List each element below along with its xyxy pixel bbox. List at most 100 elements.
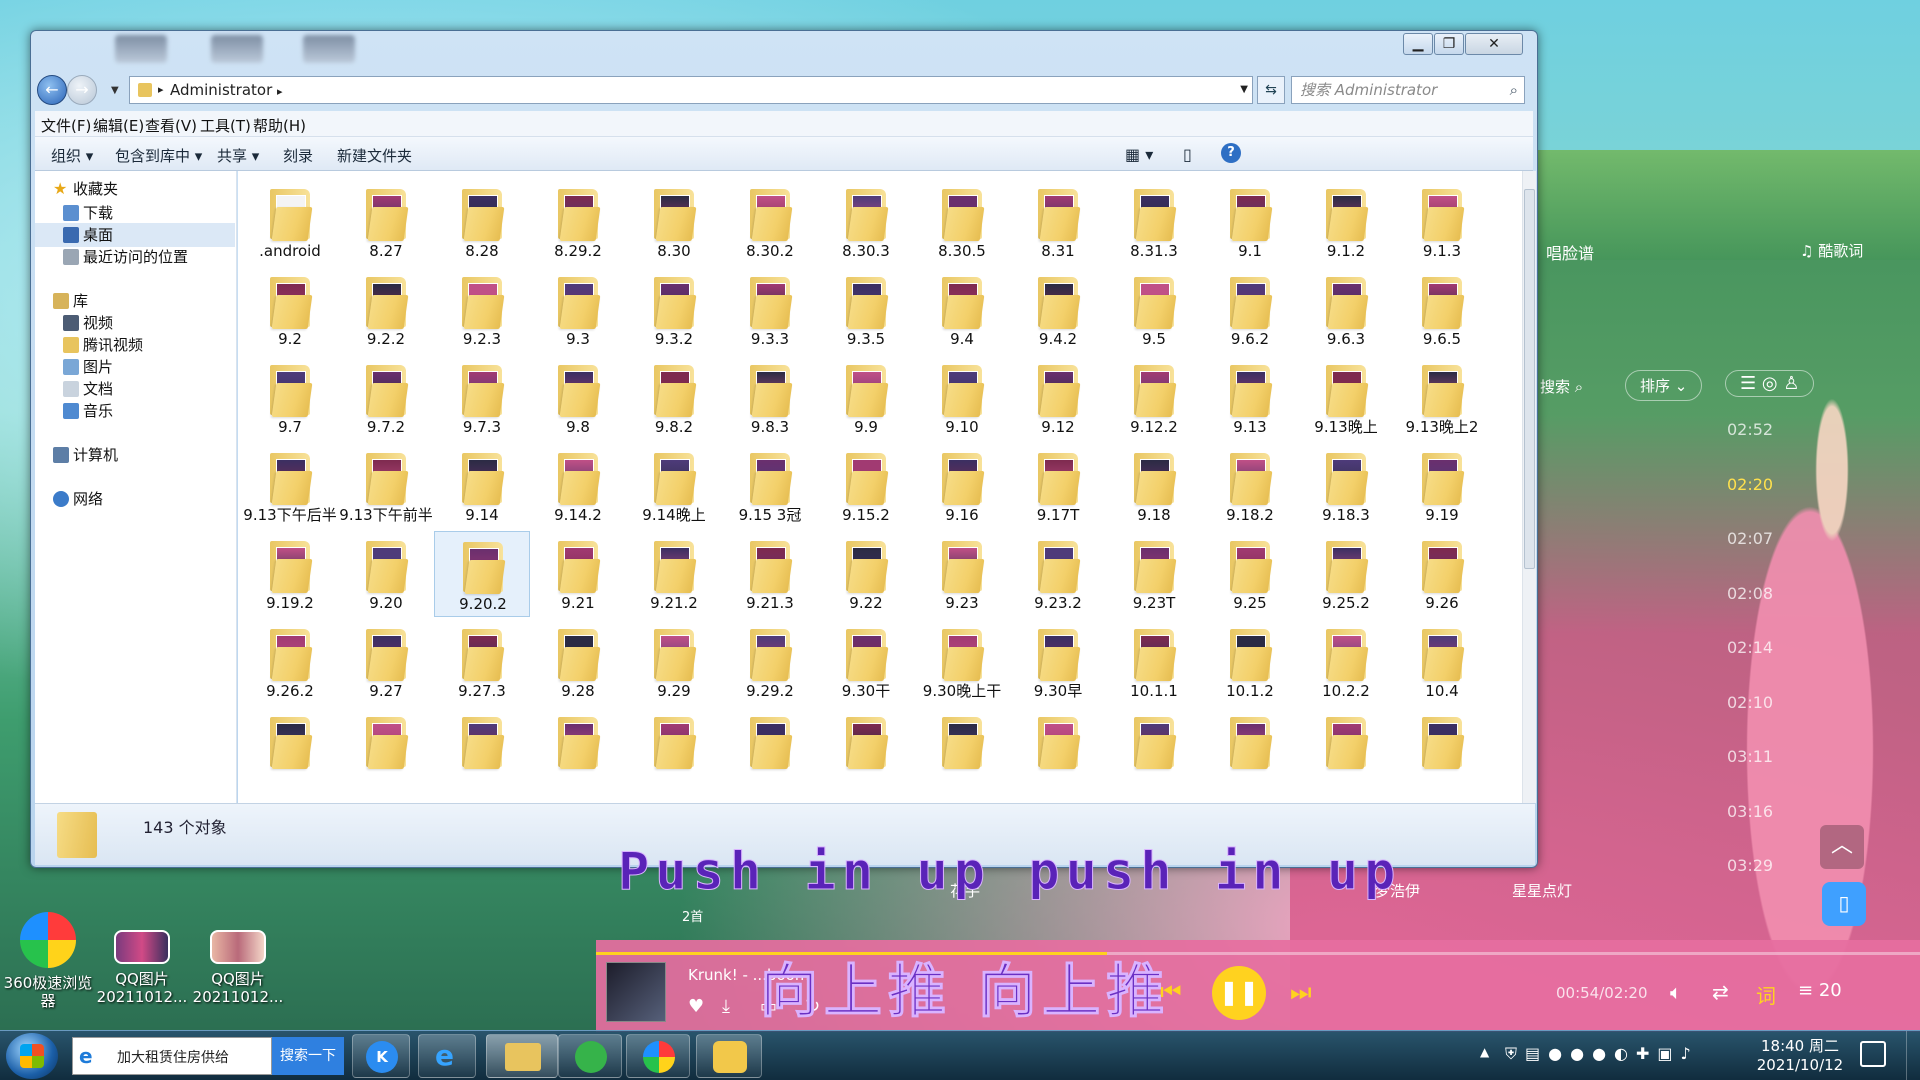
folder-item[interactable]: 9.3.2 bbox=[626, 267, 722, 353]
folder-item[interactable]: 9.18 bbox=[1106, 443, 1202, 529]
folder-item[interactable]: 9.1 bbox=[1202, 179, 1298, 265]
menu-view[interactable]: 查看(V) bbox=[145, 115, 197, 136]
desktop-lyric-line-1[interactable]: Push in up push in up bbox=[617, 842, 1401, 903]
folder-item[interactable] bbox=[1394, 707, 1490, 793]
folder-item[interactable] bbox=[914, 707, 1010, 793]
folder-item[interactable]: 9.10 bbox=[914, 355, 1010, 441]
show-desktop-button[interactable] bbox=[1906, 1031, 1920, 1080]
folder-item[interactable]: 9.27.3 bbox=[434, 619, 530, 705]
folder-item[interactable]: 8.30.3 bbox=[818, 179, 914, 265]
menu-help[interactable]: 帮助(H) bbox=[253, 115, 306, 136]
folder-item[interactable]: 9.19.2 bbox=[242, 531, 338, 617]
nav-pictures[interactable]: 图片 bbox=[35, 355, 235, 379]
folder-item[interactable]: 9.3 bbox=[530, 267, 626, 353]
folder-item[interactable]: 9.14晚上 bbox=[626, 443, 722, 529]
folder-item[interactable] bbox=[1106, 707, 1202, 793]
folder-item[interactable]: 9.7.2 bbox=[338, 355, 434, 441]
folder-item[interactable]: 9.21.2 bbox=[626, 531, 722, 617]
favorite-icon[interactable]: ♥ bbox=[688, 996, 704, 1017]
folder-item[interactable]: 9.8.3 bbox=[722, 355, 818, 441]
taskbar-app-360-browser[interactable] bbox=[558, 1034, 622, 1078]
nav-tencent-video[interactable]: 腾讯视频 bbox=[35, 333, 235, 357]
folder-item[interactable]: 9.21 bbox=[530, 531, 626, 617]
taskbar-search[interactable]: e 加大租赁住房供给 bbox=[72, 1037, 272, 1075]
folder-item[interactable]: 9.26.2 bbox=[242, 619, 338, 705]
folder-item[interactable]: 9.14.2 bbox=[530, 443, 626, 529]
nav-videos[interactable]: 视频 bbox=[35, 311, 235, 335]
folder-item[interactable]: 8.27 bbox=[338, 179, 434, 265]
action-center-icon[interactable] bbox=[1860, 1041, 1886, 1067]
nav-downloads[interactable]: 下载 bbox=[35, 201, 235, 225]
breadcrumb-administrator[interactable]: Administrator bbox=[170, 81, 272, 99]
tray-app-icon[interactable]: ◐ bbox=[1614, 1044, 1636, 1063]
nav-favorites[interactable]: ★ 收藏夹 bbox=[35, 177, 235, 201]
folder-item[interactable]: 10.2.2 bbox=[1298, 619, 1394, 705]
security-shield-icon[interactable]: ⛨ bbox=[1505, 1044, 1525, 1063]
folder-item[interactable]: 9.15 3冠 bbox=[722, 443, 818, 529]
taskbar-search-text[interactable]: 加大租赁住房供给 bbox=[117, 1047, 229, 1067]
folder-item[interactable] bbox=[818, 707, 914, 793]
folder-item[interactable]: 9.2.2 bbox=[338, 267, 434, 353]
download-icon[interactable]: ⤓ bbox=[722, 996, 730, 1017]
folder-item[interactable]: 9.14 bbox=[434, 443, 530, 529]
folder-item[interactable]: 8.31 bbox=[1010, 179, 1106, 265]
folder-item[interactable]: 9.4 bbox=[914, 267, 1010, 353]
tray-app-icon[interactable]: ▤ bbox=[1525, 1044, 1548, 1063]
tray-overflow-icon[interactable]: ▲ bbox=[1480, 1045, 1489, 1059]
folder-item[interactable] bbox=[338, 707, 434, 793]
folder-item[interactable] bbox=[530, 707, 626, 793]
folder-item[interactable]: 9.4.2 bbox=[1010, 267, 1106, 353]
folder-item[interactable]: 10.1.1 bbox=[1106, 619, 1202, 705]
close-button[interactable]: ✕ bbox=[1465, 33, 1523, 55]
desktop-icon-360-browser[interactable]: 360极速浏览器 bbox=[0, 912, 96, 1010]
volume-icon[interactable]: 🔈︎ bbox=[1670, 980, 1682, 1004]
sort-button[interactable]: 排序 ⌄ bbox=[1625, 370, 1703, 401]
file-list[interactable]: .android 8.27 8.28 8.29.2 8.30 8.30.2 8.30.3 8.… bbox=[238, 171, 1522, 803]
breadcrumb-separator-icon[interactable]: ▸ bbox=[277, 85, 283, 98]
folder-item[interactable]: 9.18.2 bbox=[1202, 443, 1298, 529]
desktop-icon-qq-image-1[interactable]: QQ图片20211012... bbox=[94, 930, 190, 1006]
forward-button[interactable]: → bbox=[67, 75, 97, 105]
folder-item[interactable] bbox=[434, 707, 530, 793]
folder-item[interactable]: .android bbox=[242, 179, 338, 265]
title-bar[interactable]: ▁ ❐ ✕ bbox=[31, 31, 1537, 71]
folder-item[interactable]: 9.20.2 bbox=[434, 531, 530, 617]
folder-item[interactable]: 9.16 bbox=[914, 443, 1010, 529]
folder-item[interactable]: 9.18.3 bbox=[1298, 443, 1394, 529]
address-dropdown-icon[interactable]: ▼ bbox=[1240, 77, 1248, 103]
folder-item[interactable]: 9.12 bbox=[1010, 355, 1106, 441]
folder-item[interactable]: 9.25 bbox=[1202, 531, 1298, 617]
folder-item[interactable]: 9.21.3 bbox=[722, 531, 818, 617]
taskbar-app-explorer[interactable] bbox=[486, 1034, 558, 1078]
pause-button[interactable]: ❚❚ bbox=[1212, 966, 1266, 1020]
nav-libraries[interactable]: 库 bbox=[35, 289, 235, 313]
new-folder-button[interactable]: 新建文件夹 bbox=[337, 145, 412, 166]
organize-button[interactable]: 组织 ▾ bbox=[51, 145, 93, 166]
next-button[interactable]: ⏭ bbox=[1290, 978, 1312, 1006]
refresh-button[interactable]: ⇆ bbox=[1257, 76, 1285, 104]
network-tray-icon[interactable]: ▣ bbox=[1657, 1044, 1680, 1063]
volume-tray-icon[interactable]: ♪ bbox=[1681, 1044, 1699, 1063]
menu-tools[interactable]: 工具(T) bbox=[200, 115, 251, 136]
list-view-toggle[interactable]: ☰ ◎ ♙ bbox=[1725, 370, 1815, 397]
folder-item[interactable] bbox=[1010, 707, 1106, 793]
folder-item[interactable]: 9.13下午前半 bbox=[338, 443, 434, 529]
nav-music[interactable]: 音乐 bbox=[35, 399, 235, 423]
folder-item[interactable] bbox=[1202, 707, 1298, 793]
folder-item[interactable]: 9.6.2 bbox=[1202, 267, 1298, 353]
address-bar[interactable]: ▸ Administrator ▸ ▼ bbox=[129, 76, 1253, 104]
folder-item[interactable]: 9.7.3 bbox=[434, 355, 530, 441]
qq-icon[interactable]: ● bbox=[1592, 1044, 1614, 1063]
menu-file[interactable]: 文件(F) bbox=[41, 115, 91, 136]
folder-item[interactable]: 9.29.2 bbox=[722, 619, 818, 705]
preview-pane-icon[interactable]: ▯ bbox=[1183, 145, 1192, 164]
folder-item[interactable]: 9.13 bbox=[1202, 355, 1298, 441]
vertical-scrollbar[interactable] bbox=[1522, 171, 1536, 803]
folder-item[interactable]: 8.31.3 bbox=[1106, 179, 1202, 265]
lyrics-button[interactable]: ♫ 酷歌词 bbox=[1800, 240, 1863, 261]
folder-item[interactable]: 9.20 bbox=[338, 531, 434, 617]
share-button[interactable]: 共享 ▾ bbox=[217, 145, 259, 166]
desktop-icon-qq-image-2[interactable]: QQ图片20211012... bbox=[190, 930, 286, 1006]
folder-item[interactable]: 9.15.2 bbox=[818, 443, 914, 529]
folder-item[interactable]: 9.5 bbox=[1106, 267, 1202, 353]
